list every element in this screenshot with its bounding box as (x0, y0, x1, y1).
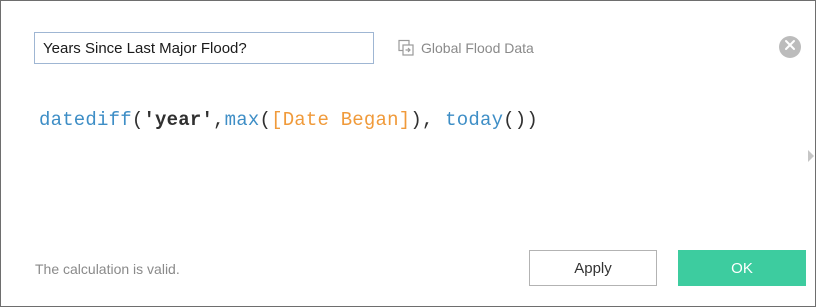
formula-function-datediff: datediff (39, 109, 132, 131)
formula-function-max: max (224, 109, 260, 131)
formula-punct: ( (259, 109, 272, 131)
formula-punct: ) (410, 109, 422, 131)
ok-button[interactable]: OK (678, 250, 806, 286)
apply-button[interactable]: Apply (529, 250, 657, 286)
calculation-name-input[interactable] (34, 32, 374, 64)
formula-punct: () (503, 109, 527, 131)
data-source-label: Global Flood Data (421, 40, 534, 56)
formula-field-reference: [Date Began] (271, 109, 411, 131)
datasource-icon (397, 39, 415, 57)
validation-status: The calculation is valid. (35, 261, 180, 277)
close-icon (784, 38, 796, 56)
formula-punct: , (213, 109, 225, 131)
formula-punct: , (421, 109, 446, 131)
close-button[interactable] (779, 36, 801, 58)
formula-punct: ( (131, 109, 144, 131)
formula-editor[interactable]: datediff('year',max([Date Began]), today… (39, 109, 538, 131)
formula-string-arg: 'year' (143, 109, 214, 131)
calculation-editor-dialog: Global Flood Data datediff('year',max([D… (0, 0, 816, 307)
expand-panel-arrow-icon[interactable] (808, 150, 814, 162)
formula-function-today: today (445, 109, 504, 131)
data-source-indicator: Global Flood Data (397, 35, 534, 61)
formula-punct: ) (526, 109, 538, 131)
